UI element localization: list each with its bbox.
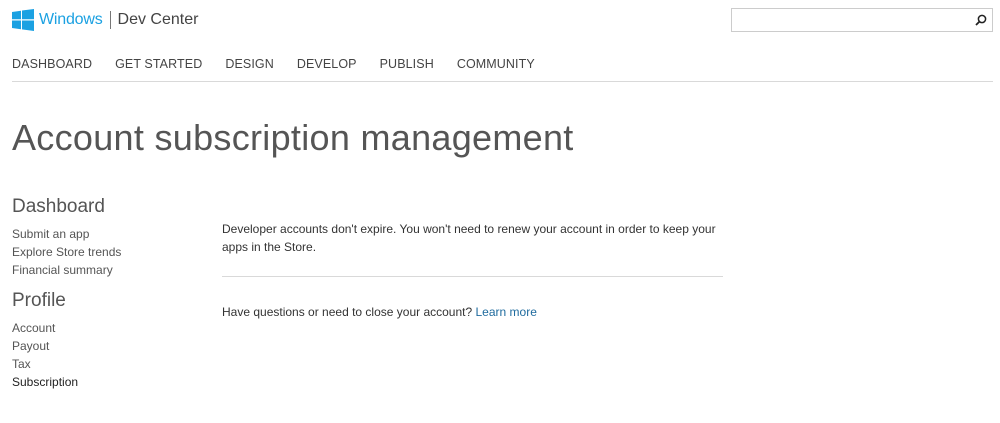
- windows-logo-icon: [12, 9, 34, 31]
- account-expiry-text: Developer accounts don't expire. You won…: [222, 222, 716, 254]
- content-divider: [222, 276, 723, 277]
- top-navigation: DASHBOARD GET STARTED DESIGN DEVELOP PUB…: [12, 57, 993, 82]
- brand-separator: [109, 11, 111, 29]
- sidebar-link-account[interactable]: Account: [12, 319, 192, 337]
- search-icon: [975, 14, 987, 26]
- search-input[interactable]: [732, 9, 970, 31]
- sidebar-link-payout[interactable]: Payout: [12, 337, 192, 355]
- page-title: Account subscription management: [12, 117, 574, 158]
- nav-publish[interactable]: PUBLISH: [380, 57, 434, 81]
- main-content: Developer accounts don't expire. You won…: [222, 220, 723, 321]
- search-button[interactable]: [970, 9, 992, 31]
- sidebar-heading-profile: Profile: [12, 290, 66, 311]
- brand-dev-center-text: Dev Center: [117, 11, 199, 28]
- search-box: [731, 8, 993, 32]
- sidebar-dashboard-group: Dashboard Submit an app Explore Store tr…: [12, 196, 192, 279]
- learn-more-link[interactable]: Learn more: [476, 305, 537, 319]
- brand-windows-text: Windows: [39, 11, 103, 28]
- sidebar-link-explore-store-trends[interactable]: Explore Store trends: [12, 243, 192, 261]
- header: Windows Dev Center: [0, 0, 1000, 40]
- sidebar-profile-group: Profile Account Payout Tax Subscription: [12, 290, 192, 391]
- questions-paragraph: Have questions or need to close your acc…: [222, 303, 723, 321]
- nav-develop[interactable]: DEVELOP: [297, 57, 357, 81]
- sidebar: Dashboard Submit an app Explore Store tr…: [12, 196, 192, 402]
- sidebar-link-subscription[interactable]: Subscription: [12, 373, 192, 391]
- sidebar-link-tax[interactable]: Tax: [12, 355, 192, 373]
- sidebar-link-submit-an-app[interactable]: Submit an app: [12, 225, 192, 243]
- sidebar-link-financial-summary[interactable]: Financial summary: [12, 261, 192, 279]
- nav-get-started[interactable]: GET STARTED: [115, 57, 202, 81]
- windows-dev-center-logo-link[interactable]: Windows Dev Center: [12, 8, 198, 32]
- nav-community[interactable]: COMMUNITY: [457, 57, 535, 81]
- nav-dashboard[interactable]: DASHBOARD: [12, 57, 92, 81]
- questions-text: Have questions or need to close your acc…: [222, 305, 473, 319]
- sidebar-heading-dashboard: Dashboard: [12, 196, 105, 217]
- nav-design[interactable]: DESIGN: [225, 57, 274, 81]
